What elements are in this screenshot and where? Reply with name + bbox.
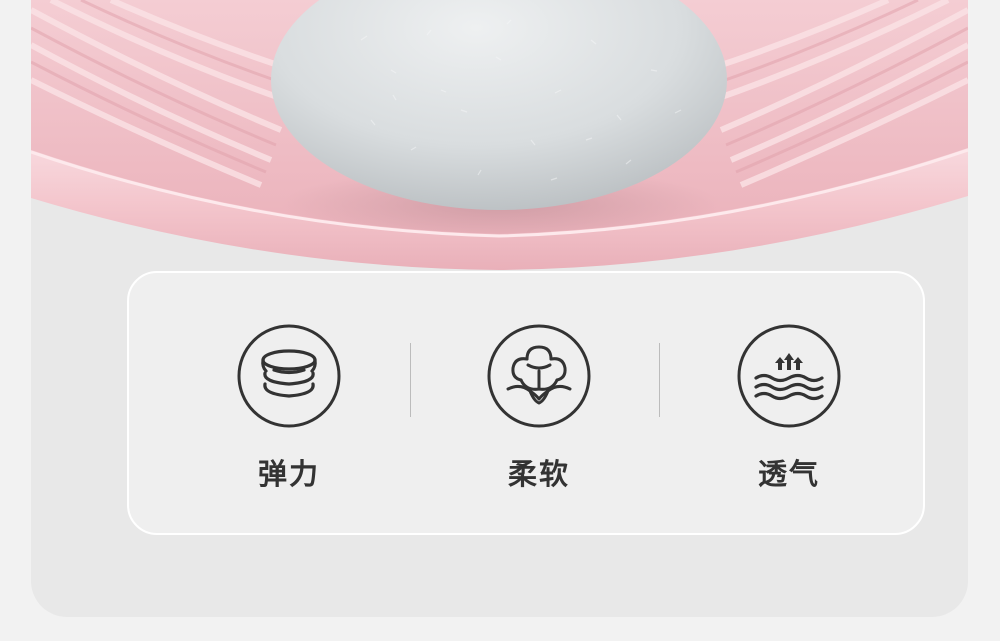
- cotton-icon: [487, 324, 591, 428]
- feature-elasticity: 弹力: [209, 323, 369, 493]
- divider: [410, 343, 411, 417]
- feature-label: 透气: [757, 457, 820, 491]
- fabric-hero-image: [31, 0, 968, 270]
- feature-label: 弹力: [257, 457, 320, 491]
- breathable-waves-icon: [737, 324, 841, 428]
- product-panel: 弹力 柔软 透气: [31, 0, 968, 617]
- feature-label: 柔软: [507, 457, 570, 491]
- stacked-layers-icon: [237, 324, 341, 428]
- divider: [659, 343, 660, 417]
- feature-card: 弹力 柔软 透气: [127, 271, 925, 535]
- feature-softness: 柔软: [459, 323, 619, 493]
- feature-breathability: 透气: [709, 323, 869, 493]
